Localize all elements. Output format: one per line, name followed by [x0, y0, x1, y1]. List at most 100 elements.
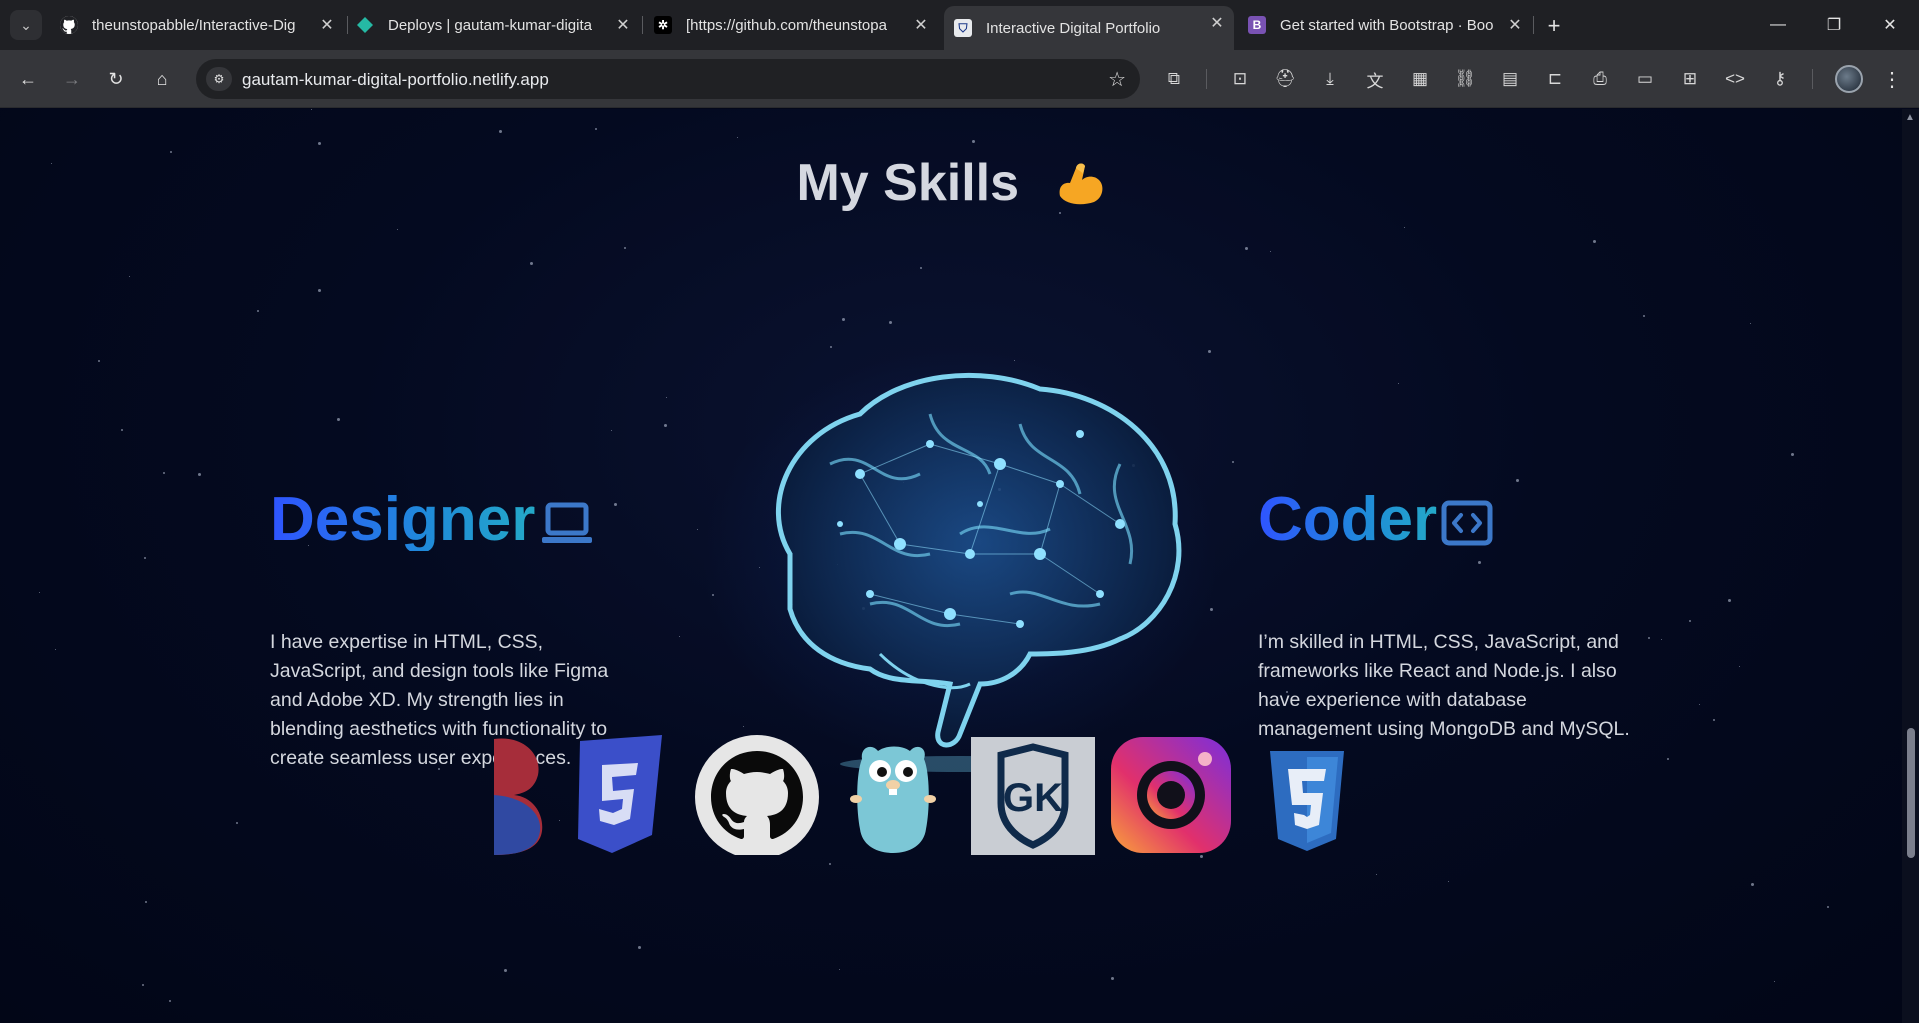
browser-toolbar: ← → ↻ ⌂ ⚙ gautam-kumar-digital-portfolio… [0, 50, 1919, 108]
incognito-icon[interactable]: ⛑ [1271, 66, 1299, 92]
star-dot [638, 946, 641, 949]
star-dot [1751, 883, 1754, 886]
restore-button[interactable]: ❐ [1814, 10, 1854, 40]
tab-separator [1533, 16, 1534, 34]
page-scrollbar[interactable] [1902, 109, 1919, 1023]
star-dot [842, 318, 845, 321]
close-icon[interactable]: ✕ [1206, 12, 1228, 34]
star-dot [664, 424, 667, 427]
reload-icon[interactable]: ↻ [100, 64, 132, 94]
scroll-up-arrow-icon[interactable]: ▲ [1905, 112, 1915, 123]
tab-title: theunstopabble/Interactive-Dig [92, 16, 296, 34]
table-icon[interactable]: ⊞ [1676, 66, 1704, 92]
new-tab-button[interactable]: + [1540, 12, 1568, 40]
tab-title: Get started with Bootstrap · Boo [1280, 16, 1494, 34]
devices-icon[interactable]: ▭ [1631, 66, 1659, 92]
home-icon[interactable]: ⌂ [146, 64, 178, 94]
star-dot [1593, 240, 1596, 243]
star-dot [1404, 227, 1405, 228]
toolbar-separator [1206, 69, 1207, 89]
tab-bar: ⌄ theunstopabble/Interactive-Dig ✕ Deplo… [0, 0, 1919, 50]
minimize-button[interactable]: — [1758, 10, 1798, 40]
star-dot [169, 1000, 171, 1002]
netlify-icon [356, 16, 374, 34]
forward-icon[interactable]: → [56, 64, 88, 94]
app-icon: ✲ [654, 16, 672, 34]
star-dot [839, 969, 840, 970]
star-dot [504, 969, 507, 972]
screenshot-icon[interactable]: ⊡ [1226, 66, 1254, 92]
star-dot [1270, 251, 1271, 252]
menu-kebab-icon[interactable]: ⋮ [1878, 65, 1906, 93]
close-icon[interactable]: ✕ [316, 14, 338, 36]
code-icon [1441, 500, 1493, 546]
bootstrap-logo-partial [494, 738, 543, 855]
tab-portfolio-active[interactable]: ⛉ Interactive Digital Portfolio ✕ [944, 6, 1234, 50]
bootstrap-icon: B [1248, 16, 1266, 34]
laptop-icon [542, 502, 592, 543]
print-icon[interactable]: ⎙ [1586, 66, 1614, 92]
star-dot [830, 346, 832, 348]
reading-mode-icon[interactable]: ▤ [1496, 66, 1524, 92]
star-dot [311, 109, 312, 110]
page-viewport: My Skills Designer I have expertise in H… [0, 109, 1902, 1023]
download-icon[interactable]: ⤓ [1316, 66, 1344, 92]
link-icon[interactable]: ⛓ [1451, 66, 1479, 92]
password-key-icon[interactable]: ⚷ [1766, 66, 1794, 92]
coder-description: I’m skilled in HTML, CSS, JavaScript, an… [1258, 631, 1630, 740]
star-dot [530, 262, 533, 265]
close-window-button[interactable]: ✕ [1870, 10, 1910, 40]
star-dot [679, 636, 680, 637]
css3-logo [578, 735, 662, 853]
star-dot [499, 130, 502, 133]
star-dot [198, 473, 201, 476]
star-dot [337, 418, 340, 421]
extensions-icon[interactable]: ⧉ [1160, 66, 1188, 92]
star-dot [1791, 453, 1794, 456]
star-dot [129, 276, 130, 277]
go-gopher-logo [850, 746, 936, 853]
star-dot [737, 137, 738, 138]
star-dot [1750, 323, 1751, 324]
tab-separator [347, 16, 348, 34]
star-dot [257, 310, 259, 312]
tab-title: Deploys | gautam-kumar-digita [388, 16, 592, 34]
github-icon [60, 16, 78, 34]
tab-netlify[interactable]: Deploys | gautam-kumar-digita ✕ [356, 8, 640, 42]
close-icon[interactable]: ✕ [612, 14, 634, 36]
back-icon[interactable]: ← [12, 64, 44, 94]
star-dot [1232, 461, 1234, 463]
star-dot [318, 142, 321, 145]
close-icon[interactable]: ✕ [910, 14, 932, 36]
tab-search-button[interactable]: ⌄ [10, 10, 42, 40]
bookmark-star-icon[interactable]: ☆ [1108, 67, 1126, 92]
site-info-icon[interactable]: ⚙ [206, 67, 232, 91]
close-icon[interactable]: ✕ [1504, 14, 1526, 36]
star-dot [1713, 719, 1715, 721]
cast-icon[interactable]: ⊏ [1541, 66, 1569, 92]
star-dot [666, 397, 667, 398]
code-view-icon[interactable]: <> [1721, 66, 1749, 92]
star-dot [1661, 639, 1662, 640]
tab-title: [https://github.com/theunstopa [686, 16, 887, 34]
qr-code-icon[interactable]: ▦ [1406, 66, 1434, 92]
star-dot [163, 472, 165, 474]
translate-icon[interactable]: 文 [1361, 66, 1389, 92]
star-dot [1478, 561, 1481, 564]
tab-bootstrap[interactable]: B Get started with Bootstrap · Boo ✕ [1248, 8, 1532, 42]
tab-github[interactable]: theunstopabble/Interactive-Dig ✕ [60, 8, 344, 42]
css3-logo [1270, 751, 1344, 851]
address-url[interactable]: gautam-kumar-digital-portfolio.netlify.a… [242, 70, 549, 90]
star-dot [1739, 666, 1740, 667]
flexed-biceps-emoji [1059, 163, 1102, 205]
profile-avatar[interactable] [1835, 65, 1863, 93]
star-dot [1689, 620, 1691, 622]
star-dot [1516, 479, 1519, 482]
star-dot [1648, 637, 1650, 639]
address-bar[interactable]: ⚙ gautam-kumar-digital-portfolio.netlify… [196, 59, 1140, 99]
scrollbar-thumb[interactable] [1907, 728, 1915, 858]
tab-github-link[interactable]: ✲ [https://github.com/theunstopa ✕ [654, 8, 938, 42]
designer-title: Designer [270, 485, 536, 554]
star-dot [39, 592, 40, 593]
star-dot [1699, 704, 1700, 705]
